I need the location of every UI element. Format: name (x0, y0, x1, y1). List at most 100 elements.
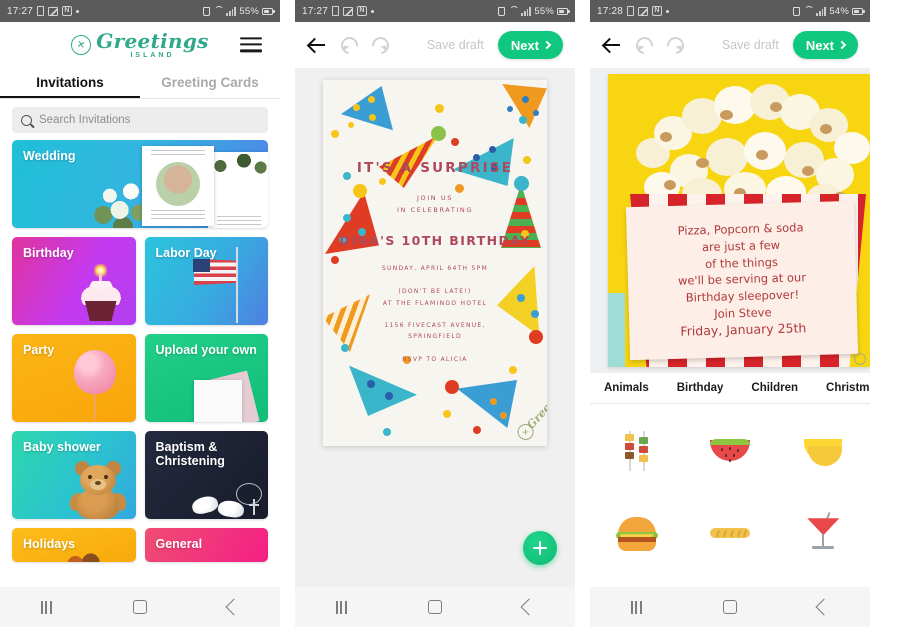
redo-icon[interactable] (663, 33, 688, 57)
category-tile-grid: Wedding Birthday Labor Day Party Upload … (0, 140, 280, 562)
hamburger-menu-icon[interactable] (240, 36, 262, 53)
kebab-skewer-sticker[interactable] (614, 428, 660, 474)
wedding-card-art-1 (142, 146, 214, 226)
signal-icon (521, 6, 531, 16)
dot-icon (666, 9, 670, 13)
cocktail-sticker[interactable] (800, 509, 846, 555)
undo-icon[interactable] (632, 33, 657, 57)
battery-icon (262, 7, 275, 15)
confetti-dot (519, 116, 527, 124)
wifi-icon (508, 7, 518, 16)
tile-label: General (155, 537, 203, 551)
search-input[interactable]: Search Invitations (12, 107, 268, 133)
music-note-icon (332, 6, 340, 16)
invitation-card[interactable]: IT'S A SURPRISE JOIN US IN CELEBRATING D… (323, 80, 547, 446)
tile-label: Party (23, 343, 55, 357)
card-note[interactable]: Pizza, Popcorn & soda are just a few of … (625, 200, 859, 361)
note-line: Birthday sleepover! (685, 287, 800, 305)
flag-pole-art (236, 247, 238, 323)
cross-icon (248, 499, 260, 515)
tile-party[interactable]: Party (12, 334, 136, 422)
confetti-dot (443, 410, 451, 418)
tile-label: Wedding (23, 149, 76, 163)
hat-dot (490, 398, 497, 405)
watermark-text: Greetings (524, 377, 547, 432)
confetti-dot (383, 428, 391, 436)
add-element-fab[interactable] (523, 531, 557, 565)
hat-dot (368, 96, 375, 103)
upload-sheet-art-2 (194, 380, 242, 422)
tile-labor-day[interactable]: Labor Day (144, 237, 268, 325)
invitation-subtitle: JOIN US IN CELEBRATING (323, 192, 547, 217)
invitation-subtitle-1: JOIN US (417, 194, 453, 202)
back-arrow-icon[interactable] (307, 35, 327, 55)
home-button[interactable] (132, 600, 147, 614)
tab-children[interactable]: Children (751, 382, 798, 394)
hat-dot (353, 104, 360, 111)
battery-icon (557, 7, 570, 15)
invitation-subtitle-2: IN CELEBRATING (396, 206, 474, 215)
note-line: Friday, January 25th (680, 320, 807, 340)
home-button[interactable] (722, 600, 737, 614)
save-draft-button[interactable]: Save draft (722, 38, 779, 52)
banana-sticker[interactable] (800, 428, 846, 474)
home-button[interactable] (427, 600, 442, 614)
tile-general[interactable]: General (144, 528, 268, 562)
signal-icon (226, 6, 236, 16)
tile-birthday[interactable]: Birthday (12, 237, 136, 325)
invitation-note-2: AT THE FLAMINGO HOTEL (382, 299, 488, 307)
invitation-title: IT'S A SURPRISE (356, 160, 514, 176)
wifi-icon (213, 7, 223, 16)
invitation-date: SUNDAY, APRIL 64TH 5PM (381, 264, 489, 272)
recents-button[interactable] (335, 600, 347, 614)
tab-christmas[interactable]: Christmas (826, 382, 870, 394)
next-button[interactable]: Next (497, 31, 563, 59)
baguette-sticker[interactable] (707, 509, 753, 555)
next-button[interactable]: Next (792, 31, 858, 59)
tile-baby-shower[interactable]: Baby shower (12, 431, 136, 519)
battery-percent: 55% (239, 5, 259, 17)
wifi-icon (803, 7, 813, 16)
popcorn-card[interactable]: Pizza, Popcorn & soda are just a few of … (608, 74, 870, 367)
back-button[interactable] (815, 598, 832, 616)
balloon-art (73, 350, 116, 420)
hat-pom-icon (445, 380, 459, 394)
tab-greeting-cards[interactable]: Greeting Cards (140, 67, 280, 98)
back-button[interactable] (520, 598, 537, 616)
tile-wedding[interactable]: Wedding (12, 140, 268, 228)
redo-icon[interactable] (368, 33, 393, 57)
tab-animals[interactable]: Animals (604, 382, 649, 394)
back-arrow-icon[interactable] (602, 35, 622, 55)
confetti-dot (435, 104, 444, 113)
phone-screen-home: 17:27 N 55% Greetings ISLAND (0, 0, 280, 627)
undo-icon[interactable] (337, 33, 362, 57)
recents-button[interactable] (630, 600, 642, 614)
photo-icon (343, 6, 354, 16)
invitation-note-1: (DON'T BE LATE!) (398, 288, 472, 296)
hat-dot (367, 380, 375, 388)
popcorn-art (630, 80, 870, 214)
tile-upload-your-own[interactable]: Upload your own (144, 334, 268, 422)
hat-dot (348, 122, 354, 128)
hamburger-sticker[interactable] (614, 509, 660, 555)
app-header: Greetings ISLAND (0, 22, 280, 67)
tab-invitations[interactable]: Invitations (0, 67, 140, 98)
battery-icon (852, 7, 865, 15)
save-draft-button[interactable]: Save draft (427, 38, 484, 52)
tile-holidays[interactable]: Holidays (12, 528, 136, 562)
editor-toolbar: Save draft Next (590, 22, 870, 68)
watermelon-sticker[interactable] (707, 428, 753, 474)
status-time: 17:27 (7, 5, 34, 17)
recents-button[interactable] (40, 600, 52, 614)
chevron-right-icon (837, 40, 847, 50)
back-button[interactable] (225, 598, 242, 616)
sticker-category-tabs: Animals Birthday Children Christmas (590, 373, 870, 403)
editor-toolbar: Save draft Next (295, 22, 575, 68)
signal-icon (816, 6, 826, 16)
tile-baptism-christening[interactable]: Baptism & Christening (144, 431, 268, 519)
photo-icon (638, 6, 649, 16)
search-area: Search Invitations (0, 99, 280, 140)
next-label: Next (805, 37, 834, 53)
status-bar: 17:28 N 54% (590, 0, 870, 22)
tab-birthday[interactable]: Birthday (677, 382, 724, 394)
